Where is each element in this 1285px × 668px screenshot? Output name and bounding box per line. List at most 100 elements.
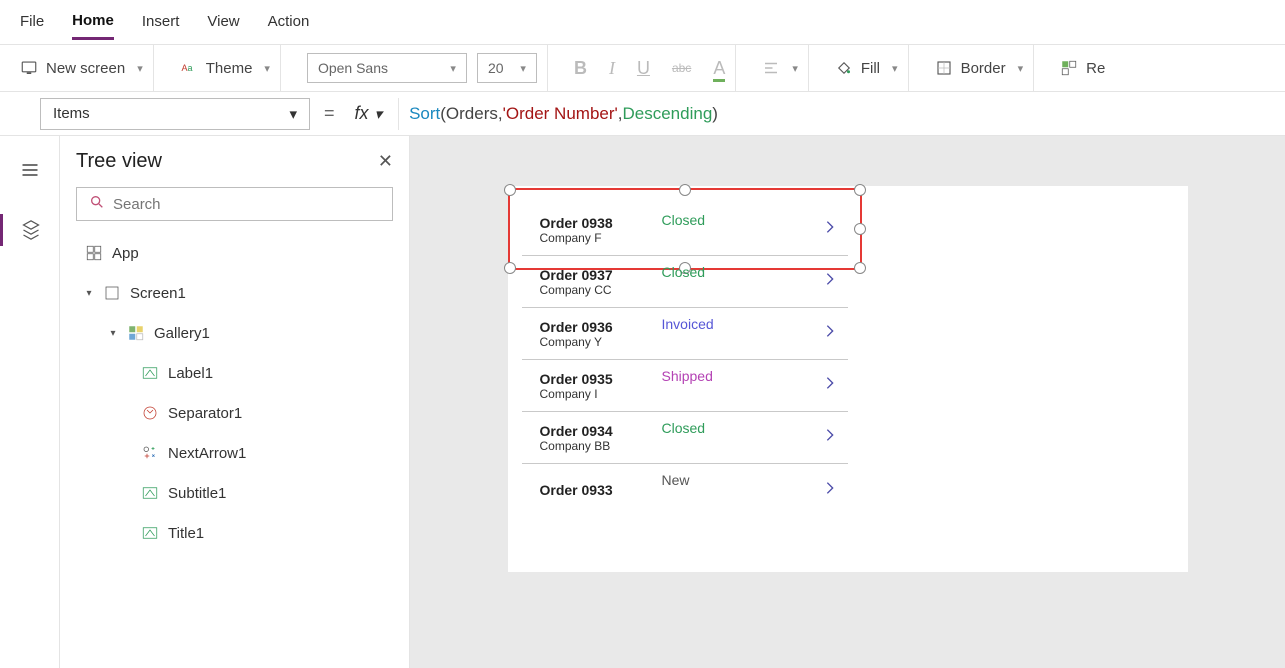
formula-input[interactable]: Sort( Orders, 'Order Number', Descending… [398, 98, 1275, 130]
screen-icon [20, 59, 38, 77]
tree-child-nextarrow1[interactable]: NextArrow1 [76, 433, 393, 473]
search-input[interactable] [113, 196, 380, 213]
menu-action[interactable]: Action [268, 5, 310, 38]
gallery-row[interactable]: Order 0935Company IShipped [522, 360, 848, 412]
menu-view[interactable]: View [207, 5, 239, 38]
ribbon: New screen ▾ Aa Theme ▾ Open Sans ▾ 20 ▾… [0, 44, 1285, 92]
svg-text:a: a [187, 63, 192, 73]
row-title: Order 0934 [540, 423, 613, 439]
align-icon[interactable] [762, 59, 780, 77]
bold-button[interactable]: B [574, 58, 587, 79]
screen-icon [102, 283, 122, 303]
nextarrow-icon [140, 443, 160, 463]
theme-button[interactable]: Theme [206, 60, 253, 77]
tree-child-label1[interactable]: Label1 [76, 353, 393, 393]
tree-label: NextArrow1 [168, 445, 246, 462]
gallery-control[interactable]: Order 0938Company FClosedOrder 0937Compa… [522, 204, 848, 516]
ribbon-group-border: Border ▾ [925, 45, 1035, 91]
separator-icon [140, 403, 160, 423]
chevron-down-icon: ▾ [520, 62, 526, 75]
fx-button[interactable]: fx ▾ [349, 103, 389, 124]
row-subtitle: Company I [540, 387, 613, 401]
chevron-right-icon[interactable] [822, 323, 838, 344]
canvas-area[interactable]: Order 0938Company FClosedOrder 0937Compa… [410, 136, 1285, 668]
ribbon-group-font: Open Sans ▾ 20 ▾ [297, 45, 548, 91]
close-icon[interactable]: ✕ [378, 151, 393, 172]
main-area: Tree view ✕ App ▾ Screen1 [0, 136, 1285, 668]
formula-close: ) [712, 104, 718, 124]
fill-icon [835, 59, 853, 77]
border-button[interactable]: Border [961, 60, 1006, 77]
new-screen-button[interactable]: New screen [46, 60, 125, 77]
font-size-select[interactable]: 20 ▾ [477, 53, 537, 83]
row-status: Closed [662, 212, 706, 228]
font-name-select[interactable]: Open Sans ▾ [307, 53, 467, 83]
gallery-row[interactable]: Order 0934Company BBClosed [522, 412, 848, 464]
reorder-button[interactable]: Re [1086, 60, 1105, 77]
font-color-button[interactable]: A [713, 58, 725, 79]
chevron-right-icon[interactable] [822, 427, 838, 448]
chevron-right-icon[interactable] [822, 271, 838, 292]
font-name-value: Open Sans [318, 60, 388, 76]
row-subtitle: Company F [540, 231, 613, 245]
row-subtitle: Company CC [540, 283, 613, 297]
chevron-down-icon[interactable]: ▾ [1018, 62, 1024, 75]
property-select[interactable]: Items ▾ [40, 98, 310, 130]
menu-file[interactable]: File [20, 5, 44, 38]
rail-hamburger[interactable] [0, 154, 60, 186]
rail-tree-view[interactable] [0, 214, 60, 246]
tree-child-separator1[interactable]: Separator1 [76, 393, 393, 433]
tree-search[interactable] [76, 187, 393, 221]
formula-bar: Items ▾ = fx ▾ Sort( Orders, 'Order Numb… [0, 92, 1285, 136]
property-value: Items [53, 105, 90, 122]
tree-gallery1[interactable]: ▾ Gallery1 [76, 313, 393, 353]
row-title: Order 0935 [540, 371, 613, 387]
formula-str: 'Order Number' [503, 104, 618, 124]
label-icon [140, 363, 160, 383]
border-icon [935, 59, 953, 77]
strike-button[interactable]: abc [672, 61, 691, 75]
gallery-icon [126, 323, 146, 343]
font-size-value: 20 [488, 60, 504, 76]
chevron-down-icon[interactable]: ▾ [264, 62, 270, 75]
row-title: Order 0938 [540, 215, 613, 231]
formula-kw: Descending [623, 104, 713, 124]
chevron-down-icon: ▾ [375, 105, 383, 123]
theme-icon: Aa [180, 59, 198, 77]
tree-label: Label1 [168, 365, 213, 382]
chevron-down-icon[interactable]: ▾ [137, 62, 143, 75]
tree-app[interactable]: App [76, 233, 393, 273]
chevron-right-icon[interactable] [822, 375, 838, 396]
gallery-row[interactable]: Order 0936Company YInvoiced [522, 308, 848, 360]
tree-header: Tree view ✕ [76, 144, 393, 187]
app-preview[interactable]: Order 0938Company FClosedOrder 0937Compa… [508, 186, 1188, 572]
tree-list: App ▾ Screen1 ▾ Gallery1 Label1 [76, 233, 393, 553]
nav-rail [0, 136, 60, 668]
row-title: Order 0937 [540, 267, 613, 283]
chevron-down-icon[interactable]: ▾ [792, 62, 798, 75]
fill-button[interactable]: Fill [861, 60, 880, 77]
svg-text:A: A [181, 63, 187, 73]
chevron-down-icon[interactable]: ▾ [892, 62, 898, 75]
tree-title: Tree view [76, 150, 162, 173]
italic-button[interactable]: I [609, 58, 615, 79]
chevron-right-icon[interactable] [822, 480, 838, 501]
formula-id: Orders [446, 104, 498, 124]
underline-button[interactable]: U [637, 58, 650, 79]
tree-screen1[interactable]: ▾ Screen1 [76, 273, 393, 313]
menu-insert[interactable]: Insert [142, 5, 180, 38]
chevron-down-icon: ▾ [289, 105, 297, 123]
gallery-row[interactable]: Order 0937Company CCClosed [522, 256, 848, 308]
gallery-row[interactable]: Order 0938Company F Closed [522, 204, 848, 256]
gallery-row[interactable]: Order 0933New [522, 464, 848, 516]
caret-icon[interactable]: ▾ [108, 328, 118, 339]
row-subtitle: Company BB [540, 439, 613, 453]
tree-label: Title1 [168, 525, 204, 542]
tree-child-title1[interactable]: Title1 [76, 513, 393, 553]
chevron-right-icon[interactable] [822, 219, 838, 240]
tree-child-subtitle1[interactable]: Subtitle1 [76, 473, 393, 513]
tree-label: Subtitle1 [168, 485, 226, 502]
menu-home[interactable]: Home [72, 4, 114, 40]
equals-label: = [320, 103, 339, 124]
caret-icon[interactable]: ▾ [84, 288, 94, 299]
